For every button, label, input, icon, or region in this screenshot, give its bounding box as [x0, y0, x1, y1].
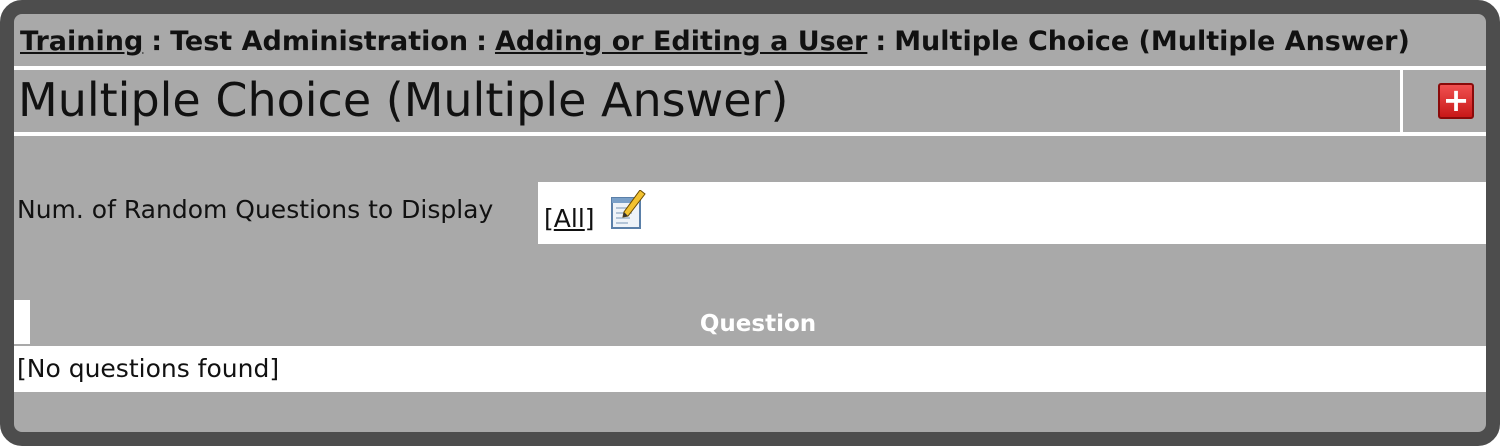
breadcrumb-adding-editing-user-link[interactable]: Adding or Editing a User — [495, 26, 867, 57]
breadcrumb-test-administration: Test Administration — [170, 26, 469, 57]
breadcrumb-training-link[interactable]: Training — [20, 26, 143, 57]
random-questions-label: Num. of Random Questions to Display — [14, 182, 538, 244]
divider — [14, 132, 1486, 136]
breadcrumb-separator: : — [476, 26, 487, 57]
edit-notepad-icon[interactable] — [610, 190, 646, 230]
random-questions-row: Num. of Random Questions to Display [All… — [14, 182, 1486, 244]
questions-table-empty-row: [No questions found] — [14, 346, 1486, 392]
title-row: Multiple Choice (Multiple Answer) + — [14, 70, 1486, 132]
random-questions-value: [All] — [544, 202, 595, 236]
breadcrumb-current-page: Multiple Choice (Multiple Answer) — [894, 26, 1410, 57]
random-questions-all-link[interactable]: All — [554, 204, 585, 233]
bracket-close: ] — [584, 204, 595, 233]
plus-icon: + — [1442, 81, 1470, 119]
questions-table-header: Question — [14, 300, 1486, 344]
test-admin-panel: Training: Test Administration: Adding or E… — [0, 0, 1500, 446]
question-column-header[interactable]: Question — [30, 300, 1486, 344]
empty-message: [No questions found] — [17, 354, 280, 383]
breadcrumb-separator: : — [151, 26, 163, 57]
add-question-button[interactable]: + — [1438, 83, 1474, 119]
breadcrumb-separator: : — [875, 26, 887, 57]
bracket-open: [ — [544, 204, 554, 233]
page-title: Multiple Choice (Multiple Answer) — [18, 73, 789, 127]
breadcrumb: Training: Test Administration: Adding or E… — [20, 22, 1410, 70]
title-divider — [1400, 70, 1403, 132]
